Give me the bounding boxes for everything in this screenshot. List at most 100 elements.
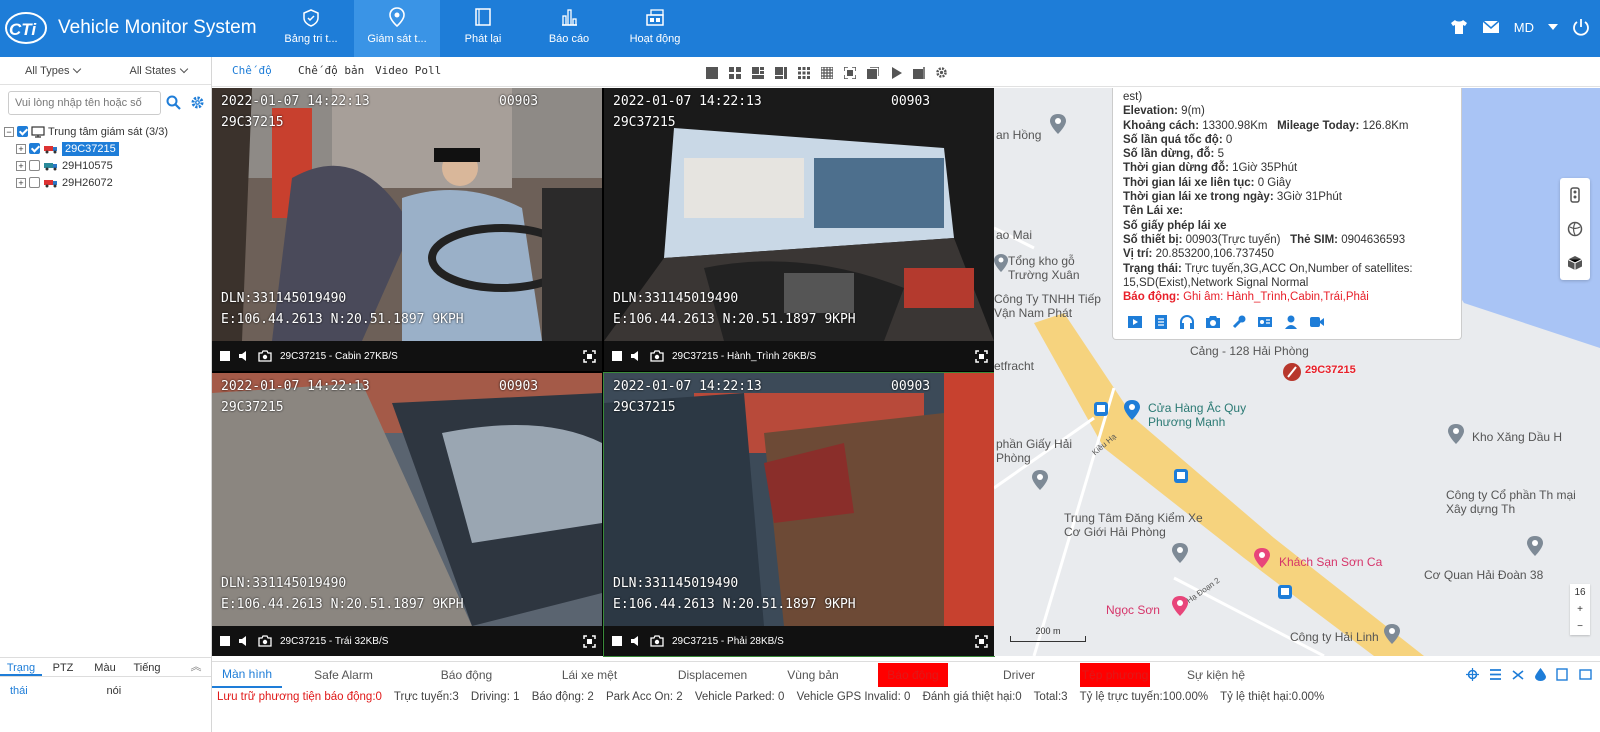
tree-checkbox[interactable] (29, 177, 40, 188)
tab-screen[interactable]: Màn hình (212, 662, 282, 688)
zoom-in-button[interactable]: + (1570, 601, 1590, 618)
shuffle-icon[interactable] (1512, 668, 1525, 681)
vehicle-label[interactable]: 29H10575 (62, 160, 113, 172)
tab-driver[interactable]: Driver (974, 663, 1064, 687)
tab-region[interactable]: Vùng bản (774, 663, 852, 687)
fullscreen-icon[interactable] (583, 634, 596, 648)
tree-checkbox[interactable] (17, 126, 28, 137)
stop-icon[interactable] (612, 636, 622, 646)
video-cell-right[interactable]: 2022-01-07 14:22:13 00903 29C37215 DLN:3… (603, 372, 995, 657)
fullscreen-icon[interactable] (583, 349, 596, 363)
tree-vehicle-row[interactable]: + 29H10575 (4, 157, 210, 174)
id-card-icon[interactable] (1257, 314, 1273, 330)
camera-icon[interactable] (258, 635, 272, 647)
tab-system-events[interactable]: Sự kiện hệ (1166, 663, 1266, 687)
vehicle-label[interactable]: 29C37215 (62, 141, 119, 156)
vehicle-search-input[interactable] (8, 91, 161, 115)
speaker-icon[interactable] (238, 350, 250, 362)
speaker-icon[interactable] (238, 635, 250, 647)
tree-vehicle-row[interactable]: + 29C37215 (4, 140, 210, 157)
power-icon[interactable] (1572, 18, 1590, 36)
zoom-out-button[interactable]: − (1570, 618, 1590, 635)
tab-safe-alarm[interactable]: Safe Alarm (282, 663, 405, 687)
fullscreen-icon[interactable] (975, 349, 988, 363)
expand-icon[interactable]: + (16, 160, 26, 171)
tab-alarm-active[interactable]: Báo động (878, 662, 948, 687)
window-icon[interactable] (1579, 668, 1592, 681)
drop-icon[interactable] (1535, 668, 1546, 681)
tab-status[interactable]: Trạng (0, 658, 42, 676)
fullscreen-icon[interactable] (842, 65, 857, 80)
tab-alarm[interactable]: Báo động (405, 663, 528, 687)
nav-dashboard[interactable]: Bảng tri t... (268, 0, 354, 57)
globe-icon[interactable] (1560, 212, 1590, 246)
tab-displacement[interactable]: Displacemen (651, 663, 774, 687)
shirt-icon[interactable] (1450, 19, 1468, 35)
list-icon[interactable] (1489, 668, 1502, 681)
fullscreen-icon[interactable] (975, 634, 988, 648)
log-icon[interactable] (1153, 314, 1169, 330)
expand-icon[interactable]: + (16, 143, 26, 154)
speaker-icon[interactable] (630, 635, 642, 647)
mode-tab[interactable]: Chế độ (232, 64, 272, 77)
tree-checkbox[interactable] (29, 143, 40, 154)
nav-activity[interactable]: Hoạt động (612, 0, 698, 57)
layout-16-icon[interactable] (819, 65, 834, 80)
stop-all-icon[interactable] (911, 65, 926, 80)
camera-icon[interactable] (650, 350, 664, 362)
video-cell-route[interactable]: 2022-01-07 14:22:13 00903 29C37215 DLN:3… (604, 88, 994, 371)
layout-4-icon[interactable] (727, 65, 742, 80)
nav-reports[interactable]: Báo cáo (526, 0, 612, 57)
type-filter[interactable]: All Types (0, 57, 106, 84)
headset-icon[interactable] (1179, 314, 1195, 330)
tab-ptz[interactable]: PTZ (42, 658, 84, 676)
stop-icon[interactable] (220, 636, 230, 646)
expand-icon[interactable]: + (16, 177, 26, 188)
gear-icon[interactable] (190, 95, 205, 110)
tab-media-files[interactable]: Tệp phương (1080, 662, 1150, 687)
tree-checkbox[interactable] (29, 160, 40, 171)
panel-icon[interactable] (1556, 668, 1569, 681)
map-view[interactable]: an Hồng ao Mai Tổng kho gỗ Trường Xuân C… (994, 88, 1600, 656)
traffic-icon[interactable] (1560, 178, 1590, 212)
vehicle-marker-icon[interactable] (1280, 360, 1304, 384)
nav-playback[interactable]: Phát lại (440, 0, 526, 57)
wrench-icon[interactable] (1231, 314, 1247, 330)
camera-icon[interactable] (650, 635, 664, 647)
layout-6-icon[interactable] (750, 65, 765, 80)
mode-tab[interactable]: Chế độ bản (298, 64, 364, 77)
tab-color[interactable]: Màu (84, 658, 126, 676)
3d-cube-icon[interactable] (1560, 246, 1590, 280)
vehicle-label[interactable]: 29H26072 (62, 177, 113, 189)
vehicle-marker-label[interactable]: 29C37215 (1305, 364, 1356, 376)
video-camera-icon[interactable] (1309, 314, 1325, 330)
video-play-icon[interactable] (1127, 314, 1143, 330)
collapse-icon[interactable]: − (4, 126, 14, 137)
video-cell-left[interactable]: 2022-01-07 14:22:13 00903 29C37215 DLN:3… (212, 373, 602, 656)
speaker-icon[interactable] (630, 350, 642, 362)
stop-icon[interactable] (612, 351, 622, 361)
tree-vehicle-row[interactable]: + 29H26072 (4, 174, 210, 191)
stop-icon[interactable] (220, 351, 230, 361)
search-icon[interactable] (166, 95, 181, 110)
settings-icon[interactable] (934, 65, 949, 80)
nav-monitoring[interactable]: Giám sát t... (354, 0, 440, 57)
mail-icon[interactable] (1482, 20, 1500, 34)
camera-icon[interactable] (1205, 314, 1221, 330)
layout-9-icon[interactable] (796, 65, 811, 80)
tree-root[interactable]: − Trung tâm giám sát (3/3) (4, 123, 210, 140)
tab-audio[interactable]: Tiếng (126, 658, 168, 676)
user-location-icon[interactable] (1283, 314, 1299, 330)
tab-driver-fatigue[interactable]: Lái xe mệt (528, 663, 651, 687)
state-filter[interactable]: All States (106, 57, 212, 84)
collapse-up-icon[interactable]: ︽ (181, 658, 211, 676)
user-menu[interactable]: MD (1514, 20, 1534, 35)
caret-down-icon[interactable] (1548, 23, 1558, 31)
camera-icon[interactable] (258, 350, 272, 362)
locate-icon[interactable] (1466, 668, 1479, 681)
mode-tab[interactable]: Video Poll (375, 64, 441, 77)
layout-8-icon[interactable] (773, 65, 788, 80)
play-icon[interactable] (888, 65, 903, 80)
window-icon[interactable] (865, 65, 880, 80)
video-cell-cabin[interactable]: 2022-01-07 14:22:13 00903 29C37215 DLN:3… (212, 88, 602, 371)
